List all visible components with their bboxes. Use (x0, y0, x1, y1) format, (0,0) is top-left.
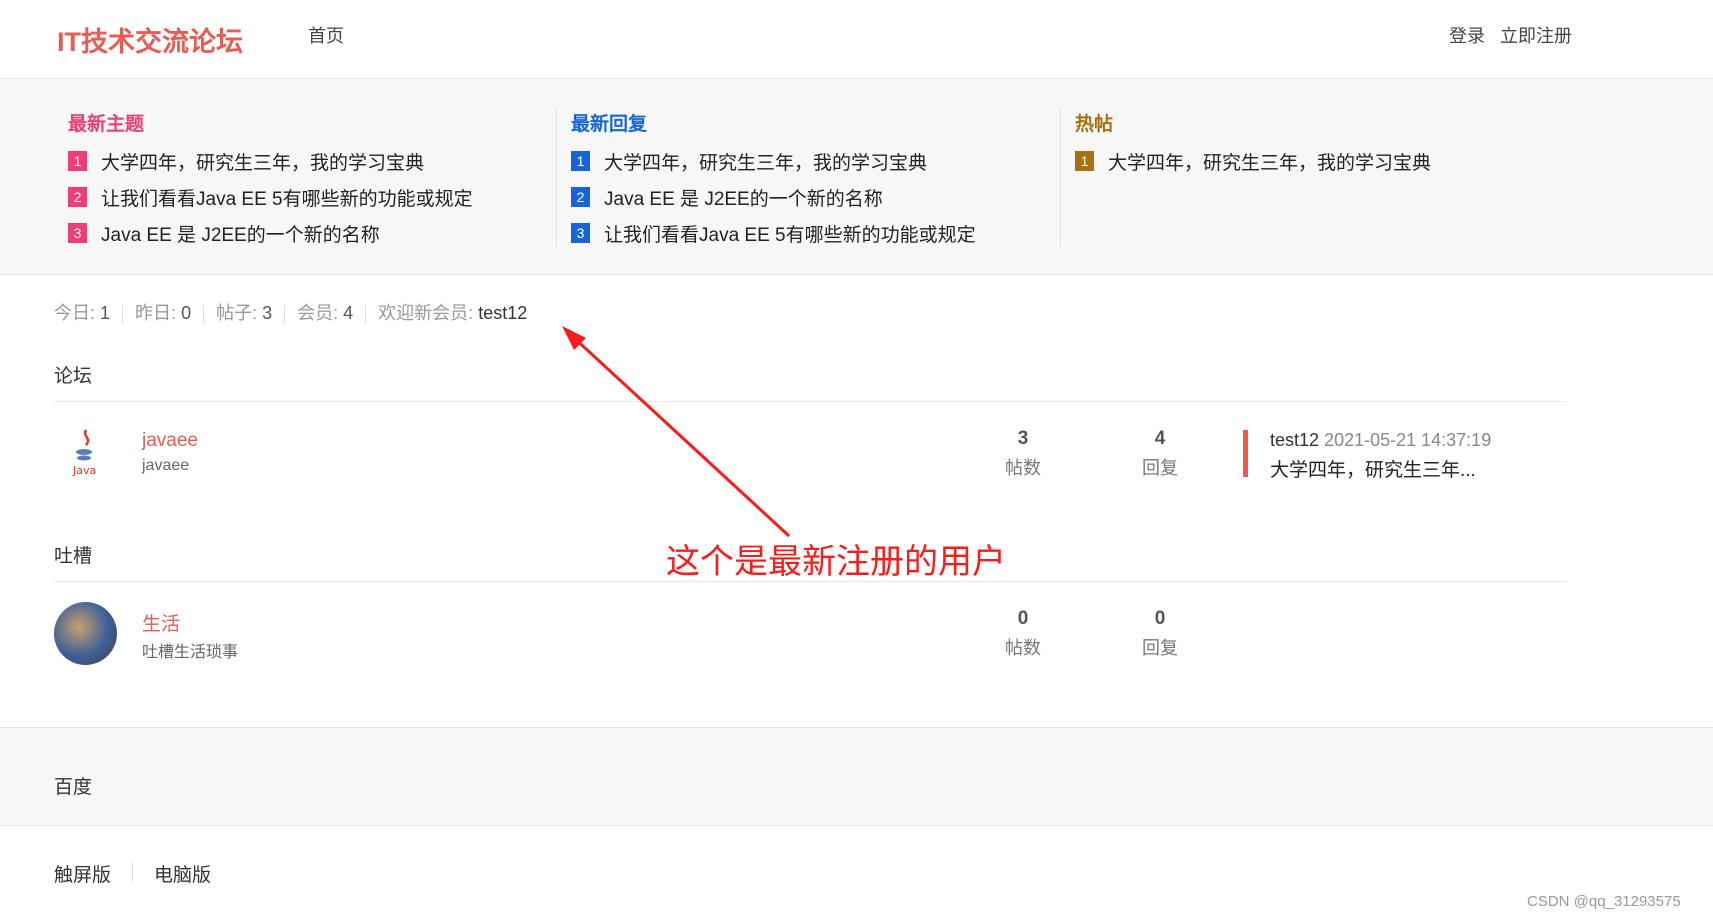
friend-links: 百度 (0, 727, 1713, 826)
pc-version-link[interactable]: 电脑版 (154, 860, 211, 887)
watermark: CSDN @qq_31293575 (1527, 893, 1681, 910)
friend-link[interactable]: 百度 (54, 772, 92, 799)
touch-version-link[interactable]: 触屏版 (54, 860, 111, 887)
annotation-text: 这个是最新注册的用户 (666, 543, 1006, 581)
divider (132, 862, 133, 882)
